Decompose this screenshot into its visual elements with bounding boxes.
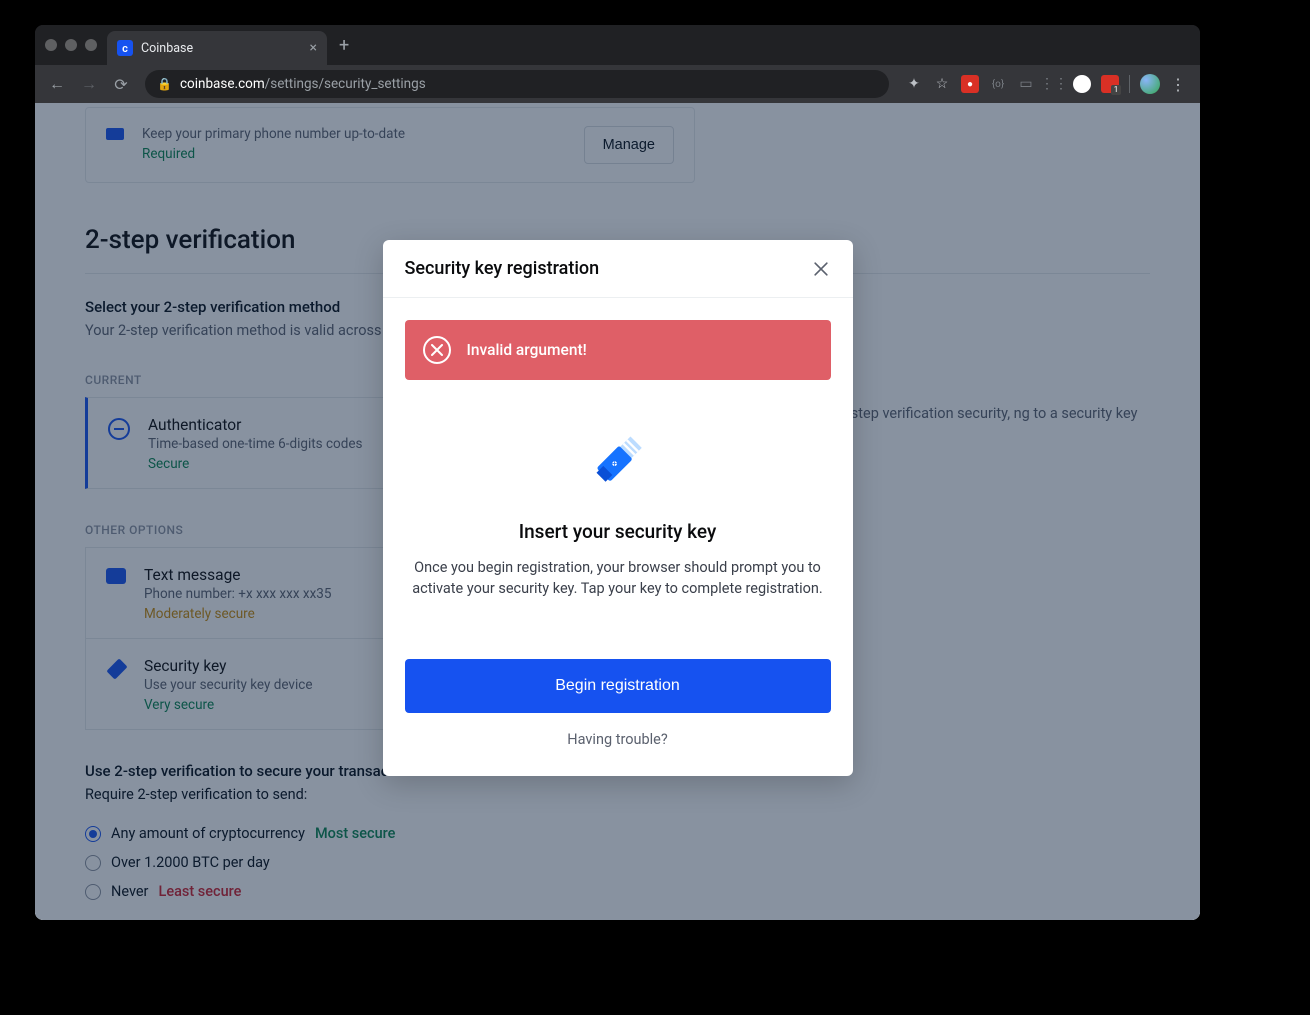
security-key-modal: Security key registration Invalid argume… <box>383 240 853 776</box>
tab-title: Coinbase <box>141 41 310 56</box>
forward-button[interactable]: → <box>75 74 103 94</box>
close-modal-button[interactable] <box>811 259 831 279</box>
browser-tab[interactable]: c Coinbase × <box>107 31 327 65</box>
extensions-icon[interactable]: ✦ <box>905 75 923 93</box>
lock-icon: 🔒 <box>157 77 172 91</box>
modal-body: Invalid argument! <box>383 298 853 776</box>
extensions: ✦ ☆ ● {o} ▭ ⋮⋮ ⋮ <box>899 74 1192 94</box>
new-tab-button[interactable]: + <box>339 35 349 56</box>
coinbase-favicon-icon: c <box>117 40 133 56</box>
extension-badge-icon[interactable] <box>1101 75 1119 93</box>
modal-description: Once you begin registration, your browse… <box>405 557 831 599</box>
url-host: coinbase.com <box>180 76 265 92</box>
extension-icon[interactable]: ● <box>961 75 979 93</box>
error-banner: Invalid argument! <box>405 320 831 380</box>
browser-toolbar: ← → ⟳ 🔒 coinbase.com/settings/security_s… <box>35 65 1200 103</box>
close-tab-icon[interactable]: × <box>310 40 317 56</box>
error-icon <box>423 336 451 364</box>
error-message: Invalid argument! <box>467 341 587 359</box>
close-icon <box>811 259 831 279</box>
settings-page: Keep your primary phone number up-to-dat… <box>35 103 1200 920</box>
modal-heading: Insert your security key <box>405 520 831 543</box>
divider <box>1129 75 1130 93</box>
url-path: /settings/security_settings <box>265 76 426 92</box>
close-window-icon[interactable] <box>45 39 57 51</box>
extension-icon[interactable] <box>1073 75 1091 93</box>
security-key-illustration <box>405 418 831 498</box>
begin-registration-button[interactable]: Begin registration <box>405 659 831 713</box>
extension-icon[interactable]: ▭ <box>1017 75 1035 93</box>
reload-button[interactable]: ⟳ <box>107 75 135 94</box>
page-viewport: Keep your primary phone number up-to-dat… <box>35 103 1200 920</box>
modal-header: Security key registration <box>383 240 853 298</box>
browser-window: c Coinbase × + ← → ⟳ 🔒 coinbase.com/sett… <box>35 25 1200 920</box>
back-button[interactable]: ← <box>43 74 71 94</box>
profile-avatar[interactable] <box>1140 74 1160 94</box>
bookmark-icon[interactable]: ☆ <box>933 75 951 93</box>
extension-icon[interactable]: {o} <box>989 75 1007 93</box>
minimize-window-icon[interactable] <box>65 39 77 51</box>
address-bar[interactable]: 🔒 coinbase.com/settings/security_setting… <box>145 70 889 98</box>
having-trouble-link[interactable]: Having trouble? <box>405 731 831 748</box>
window-controls[interactable] <box>45 39 97 51</box>
maximize-window-icon[interactable] <box>85 39 97 51</box>
modal-title: Security key registration <box>405 258 600 279</box>
usb-key-icon <box>578 418 658 498</box>
browser-menu-icon[interactable]: ⋮ <box>1170 75 1186 94</box>
extension-icon[interactable]: ⋮⋮ <box>1045 75 1063 93</box>
browser-titlebar: c Coinbase × + <box>35 25 1200 65</box>
